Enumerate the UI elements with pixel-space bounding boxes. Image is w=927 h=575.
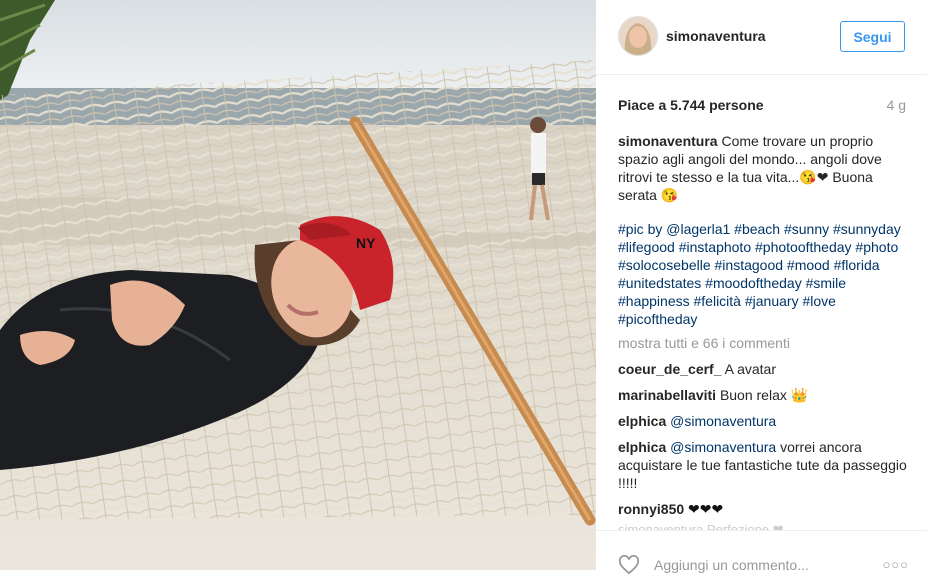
comment-username[interactable]: marinabellaviti xyxy=(618,387,716,403)
comment-item: elphica @simonaventura vorrei ancora acq… xyxy=(618,438,913,492)
comment-username[interactable]: ronnyi850 xyxy=(618,501,684,517)
comment-username[interactable]: elphica xyxy=(618,413,666,429)
heart-icon[interactable] xyxy=(618,555,640,575)
comment-mention[interactable]: @simonaventura xyxy=(670,413,776,429)
caption-username[interactable]: simonaventura xyxy=(618,133,718,149)
comment-item: marinabellaviti Buon relax 👑 xyxy=(618,386,913,404)
svg-text:NY: NY xyxy=(356,235,376,251)
comment-item: ronnyi850 ❤❤❤ xyxy=(618,500,913,518)
add-comment-input[interactable]: Aggiungi un commento... xyxy=(654,557,809,573)
comment-text: A avatar xyxy=(724,361,777,377)
beach-hammock-image: NY xyxy=(0,0,596,570)
avatar-image xyxy=(619,17,657,55)
show-all-comments-link[interactable]: mostra tutti e 66 i commenti xyxy=(618,334,913,352)
comment-item: coeur_de_cerf_ A avatar xyxy=(618,360,913,378)
comment-username[interactable]: elphica xyxy=(618,439,666,455)
avatar[interactable] xyxy=(618,16,658,56)
comment-username[interactable]: coeur_de_cerf_ xyxy=(618,361,722,377)
post-age[interactable]: 4 g xyxy=(887,97,906,113)
caption: simonaventura Come trovare un proprio sp… xyxy=(618,132,913,204)
comment-mention[interactable]: @simonaventura xyxy=(670,439,776,455)
post-side-panel: simonaventura Segui Piace a 5.744 person… xyxy=(596,0,927,575)
comment-item: elphica @simonaventura xyxy=(618,412,913,430)
post-photo[interactable]: NY xyxy=(0,0,596,570)
hashtags[interactable]: #pic by @lagerla1 #beach #sunny #sunnyda… xyxy=(618,220,913,328)
post-header: simonaventura Segui xyxy=(596,0,927,75)
instagram-post-modal: NY simonaventura Segui Piace a 5.744 per… xyxy=(0,0,927,575)
comments-area: simonaventura Come trovare un proprio sp… xyxy=(618,132,913,518)
follow-button[interactable]: Segui xyxy=(840,21,905,52)
comment-text: Buon relax 👑 xyxy=(719,387,809,403)
comment-bar: Aggiungi un commento... ○○○ xyxy=(596,530,927,575)
post-username[interactable]: simonaventura xyxy=(666,28,766,44)
comment-text: ❤❤❤ xyxy=(688,501,724,517)
likes-count[interactable]: Piace a 5.744 persone xyxy=(618,97,764,113)
